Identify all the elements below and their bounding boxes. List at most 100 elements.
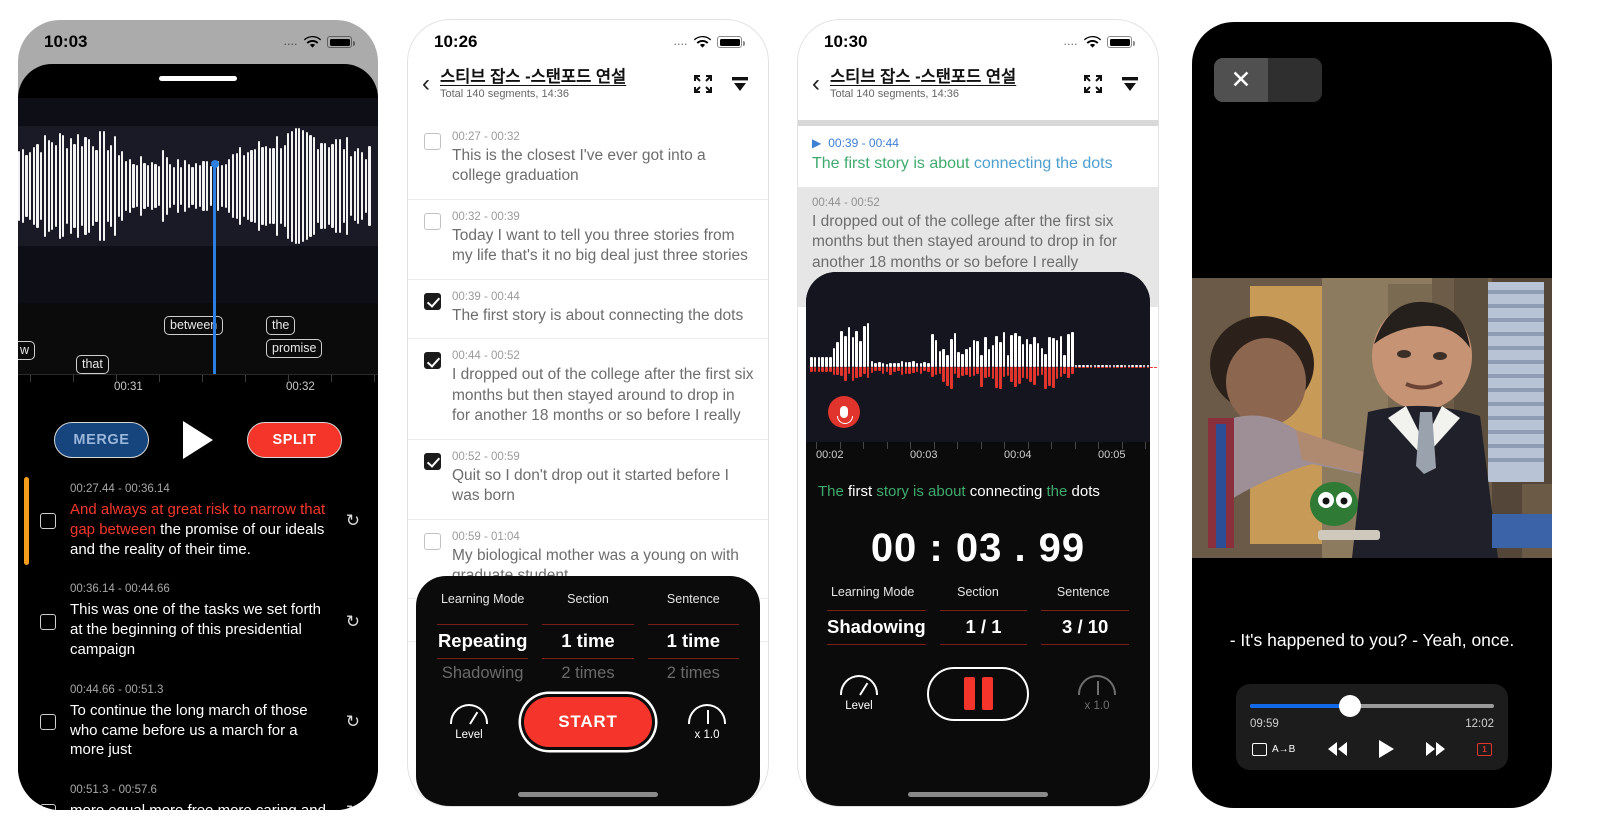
option-section[interactable]: 1 time 2 times (535, 624, 640, 683)
recording-bar (1002, 324, 1006, 410)
option-dim-section[interactable]: 2 times (542, 659, 633, 683)
waveform-bar (209, 166, 212, 206)
expand-icon[interactable] (1083, 74, 1103, 94)
next-segment-row[interactable]: 00:44 - 00:52 I dropped out of the colle… (798, 186, 1158, 286)
option-selected-mode[interactable]: Shadowing (827, 609, 926, 645)
recording-bar (885, 324, 889, 410)
waveform-bar (54, 144, 58, 228)
filter-icon[interactable] (1120, 75, 1140, 93)
transcript-row[interactable]: 00:32 - 00:39 Today I want to tell you th… (408, 200, 768, 280)
row-text: The first story is about connecting the … (452, 306, 744, 324)
close-icon[interactable]: ✕ (1214, 58, 1268, 102)
replay-icon[interactable]: ↻ (346, 612, 360, 632)
transcript-row[interactable]: 00:44 - 00:52 I dropped out of the colleg… (408, 339, 768, 440)
option-learning-mode[interactable]: Shadowing (820, 609, 933, 645)
ab-loop-button[interactable]: A→B (1252, 742, 1295, 756)
word-chip[interactable]: the (266, 316, 296, 335)
back-icon[interactable]: ‹ (812, 71, 820, 96)
word-chip[interactable]: promise (266, 339, 323, 358)
row-checkbox[interactable] (424, 352, 441, 370)
recording-bar (1044, 324, 1048, 410)
recording-ruler-tick (957, 442, 958, 449)
recording-bar (972, 324, 976, 410)
option-dim-mode[interactable]: Shadowing (437, 659, 528, 683)
option-selected-section[interactable]: 1 / 1 (939, 609, 1028, 645)
drag-handle[interactable] (159, 76, 237, 81)
option-selected-sentence[interactable]: 1 time (647, 624, 739, 659)
word-chip[interactable]: that (76, 355, 109, 374)
segment-checkbox[interactable] (40, 804, 56, 810)
caption-word: story (874, 155, 914, 172)
play-icon[interactable] (1378, 740, 1394, 758)
recording-bar (810, 324, 813, 410)
microphone-button[interactable] (828, 396, 860, 428)
video-frame[interactable] (1192, 278, 1552, 558)
replay-icon[interactable]: ↻ (346, 712, 360, 732)
recording-bar (821, 324, 824, 410)
level-control[interactable]: Level (840, 675, 878, 712)
segment-checkbox[interactable] (40, 713, 56, 730)
option-sentence[interactable]: 3 / 10 (1034, 609, 1136, 645)
recording-waveform[interactable] (806, 272, 1158, 442)
filter-icon[interactable] (730, 75, 750, 93)
play-icon[interactable] (183, 421, 213, 459)
option-sentence[interactable]: 1 time 2 times (641, 624, 746, 683)
word-chip[interactable]: w (18, 341, 36, 360)
replay-icon[interactable]: ↻ (346, 511, 360, 531)
segment-row[interactable]: 00:27.44 - 00:36.14 And always at great r… (24, 471, 364, 571)
waveform-bar (224, 164, 227, 208)
speed-control[interactable]: x 1.0 (688, 703, 726, 741)
segment-text: To continue the long march of those who … (70, 701, 308, 759)
transcript-row[interactable]: 00:52 - 00:59 Quit so I don't drop out it… (408, 440, 768, 520)
waveform-bar (309, 134, 312, 238)
panel-header-mode: Learning Mode (440, 592, 525, 606)
option-selected-mode[interactable]: Repeating (437, 624, 529, 659)
merge-button[interactable]: MERGE (54, 422, 149, 458)
pause-button[interactable] (927, 666, 1029, 721)
segment-checkbox[interactable] (40, 613, 56, 630)
seek-knob[interactable] (1339, 695, 1362, 717)
segment-row[interactable]: 00:44.66 - 00:51.3 To continue the long m… (32, 672, 364, 772)
option-section[interactable]: 1 / 1 (933, 609, 1035, 645)
row-checkbox[interactable] (424, 532, 441, 550)
speed-control[interactable]: x 1.0 (1078, 675, 1116, 712)
option-dim-sentence[interactable]: 2 times (648, 659, 739, 683)
active-segment-time-row: ▶ 00:39 - 00:44 (812, 136, 1144, 150)
option-learning-mode[interactable]: Repeating Shadowing (430, 624, 535, 683)
active-segment-row[interactable]: ▶ 00:39 - 00:44 The first story is about… (798, 126, 1158, 187)
segment-row[interactable]: 00:51.3 - 00:57.6 more equal more free mo… (32, 772, 364, 810)
seek-bar[interactable] (1250, 695, 1494, 717)
level-control[interactable]: Level (450, 703, 488, 741)
segment-list[interactable]: 00:27.44 - 00:36.14 And always at great r… (18, 471, 378, 810)
segment-row[interactable]: 00:36.14 - 00:44.66 This was one of the t… (32, 571, 364, 671)
transcript-row[interactable]: 00:39 - 00:44 The first story is about co… (408, 280, 768, 340)
forward-icon[interactable] (1425, 742, 1445, 756)
option-selected-sentence[interactable]: 3 / 10 (1041, 609, 1130, 645)
close-button[interactable]: ✕ (1214, 58, 1322, 102)
split-button[interactable]: SPLIT (247, 422, 342, 458)
row-checkbox[interactable] (424, 292, 441, 310)
playhead-cursor[interactable] (210, 160, 219, 400)
level-label: Level (845, 700, 873, 712)
row-checkbox[interactable] (424, 212, 441, 230)
transcript-row[interactable]: 00:27 - 00:32 This is the closest I've ev… (408, 120, 768, 200)
option-selected-section[interactable]: 1 time (542, 624, 634, 659)
page-subtitle: Total 140 segments, 14:36 (440, 87, 570, 100)
waveform-area[interactable] (18, 98, 378, 303)
caption-word: the (1046, 483, 1072, 500)
row-checkbox[interactable] (424, 133, 441, 150)
recording-bar (1014, 324, 1017, 410)
expand-icon[interactable] (693, 74, 713, 94)
waveform-bar (147, 165, 150, 207)
back-icon[interactable]: ‹ (422, 71, 430, 96)
recording-bar (862, 324, 866, 410)
replay-icon[interactable]: ↻ (346, 802, 360, 810)
nav-titles: 스티브 잡스 -스탠포드 연설 Total 140 segments, 14:3… (440, 68, 683, 100)
segment-checkbox[interactable] (40, 513, 56, 530)
row-checkbox[interactable] (424, 452, 441, 470)
repeat-one-icon[interactable]: 1 (1476, 742, 1492, 756)
start-button[interactable]: START (524, 697, 652, 747)
status-time: 10:03 (44, 32, 88, 51)
recording-ruler-tick (816, 442, 817, 449)
rewind-icon[interactable] (1327, 742, 1347, 756)
